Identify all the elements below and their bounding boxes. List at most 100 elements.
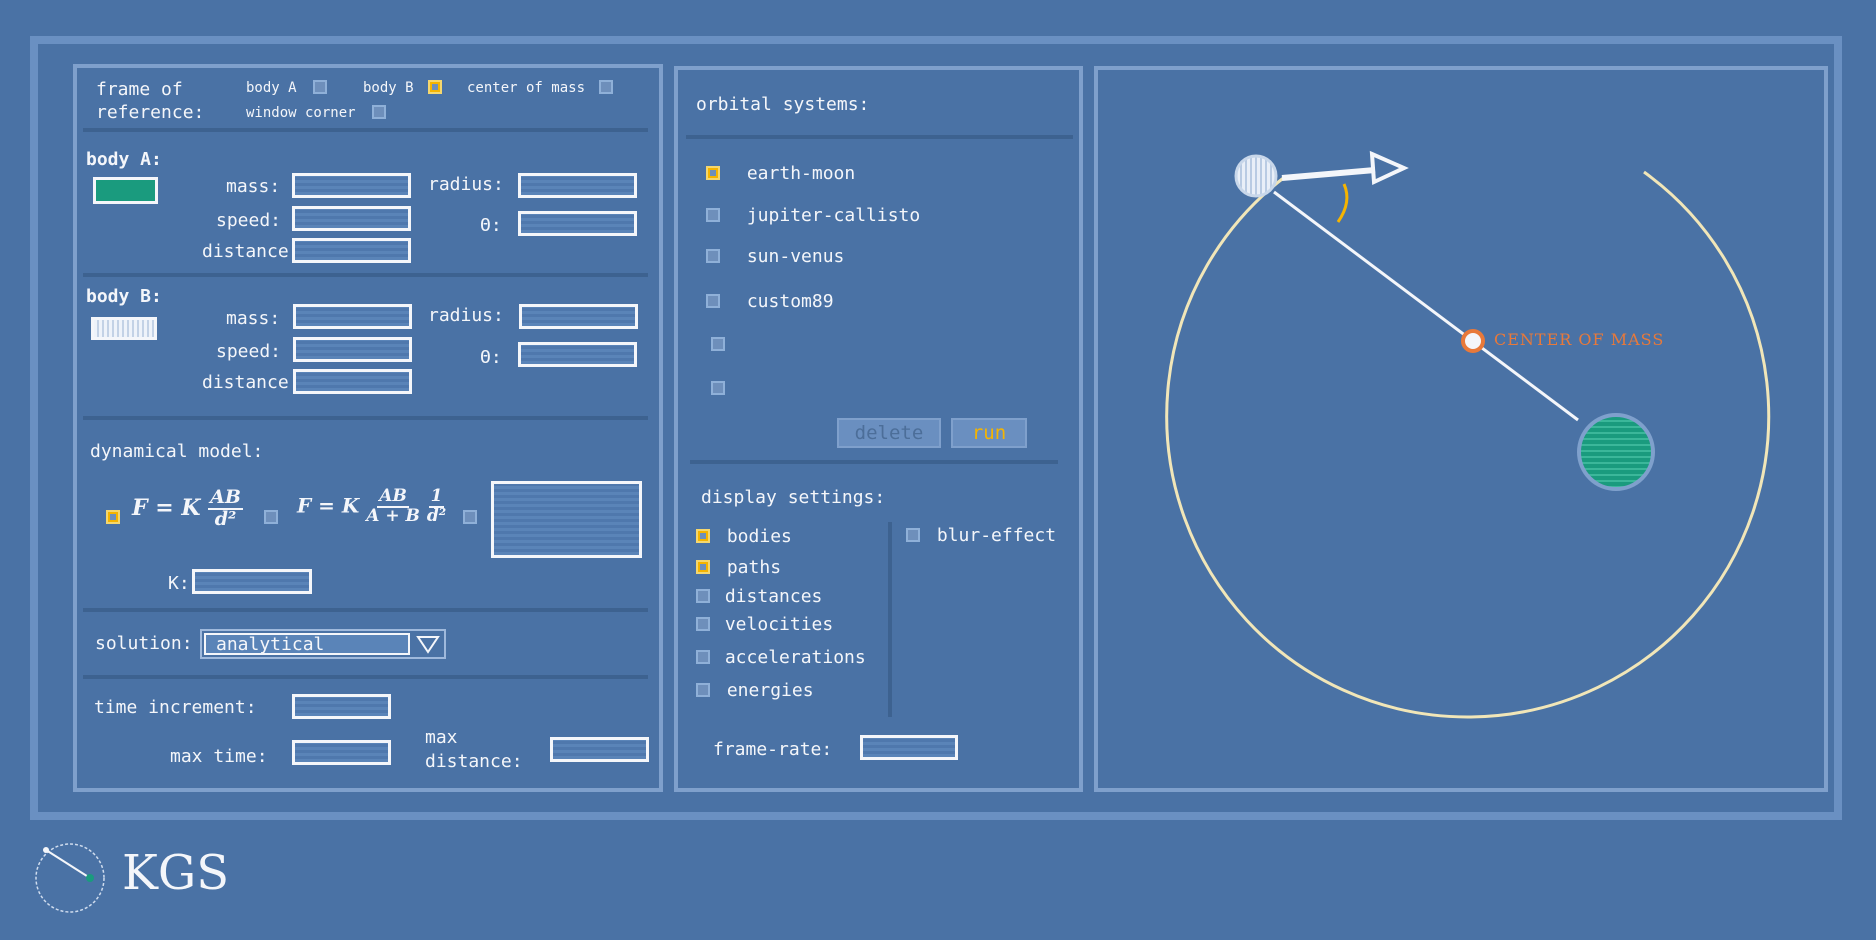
max-distance-line2: distance: [425,751,523,772]
system-checkbox[interactable] [706,208,720,222]
display-item-paths[interactable]: paths [696,557,781,578]
max-distance-line1: max [425,727,458,748]
body-a-speed-input[interactable] [292,206,411,231]
k-label: K: [168,573,190,594]
frame-option-body-b[interactable]: body B [363,80,443,96]
body-a-mass-label: mass: [226,176,281,197]
display-checkbox[interactable] [906,528,920,542]
time-increment-input[interactable] [292,694,391,719]
body-b-theta-input[interactable] [518,342,637,367]
simulation-canvas[interactable] [1098,70,1824,788]
system-checkbox[interactable] [706,249,720,263]
body-a-color-swatch[interactable] [93,177,158,204]
system-checkbox[interactable] [706,166,720,180]
solution-select[interactable]: analytical [200,629,446,659]
frame-option-window-corner[interactable]: window corner [246,105,387,121]
display-checkbox[interactable] [696,589,710,603]
formula1-fraction: AB d² [208,486,243,530]
display-checkbox[interactable] [696,683,710,697]
max-time-input[interactable] [292,740,391,765]
frame-option-center-of-mass[interactable]: center of mass [467,80,614,96]
formula1-checkbox[interactable] [106,510,120,524]
frame-option-checkbox[interactable] [313,80,328,94]
custom-model-input[interactable] [491,481,642,558]
body-a-theta-input[interactable] [518,211,637,236]
system-checkbox[interactable] [706,294,720,308]
display-item-bodies[interactable]: bodies [696,526,792,547]
body-a-radius-input[interactable] [518,173,637,198]
frame-option-label: body A [246,80,297,96]
display-settings-title: display settings: [701,487,886,508]
body-b-distance-input[interactable] [293,369,412,394]
frame-option-checkbox[interactable] [599,80,614,94]
formula1-lhs: F = K [132,494,201,521]
frame-rate-label: frame-rate: [713,739,833,760]
display-item-distances[interactable]: distances [696,586,822,607]
body-b-mass-input[interactable] [293,304,412,329]
body-b-moon[interactable] [1234,154,1278,198]
frame-option-body-a[interactable]: body A [246,80,328,96]
k-input[interactable] [192,569,312,594]
max-distance-input[interactable] [550,737,649,762]
body-b-radius-input[interactable] [519,304,638,329]
body-b-speed-input[interactable] [293,337,412,362]
system-item-sun-venus[interactable]: sun-venus [706,246,844,267]
solution-label: solution: [95,633,193,654]
center-of-mass-label: CENTER OF MASS [1494,330,1665,349]
formula2-denominator: A + B [366,505,420,526]
formula2-fraction: AB A + B [366,487,420,526]
solution-selected-value: analytical [204,633,410,655]
system-item-custom89[interactable]: custom89 [706,291,834,312]
system-item-earth-moon[interactable]: earth-moon [706,163,855,184]
frame-option-label: center of mass [467,80,586,96]
orbital-systems-title: orbital systems: [696,94,870,115]
display-checkbox[interactable] [696,650,710,664]
frame-option-checkbox[interactable] [428,80,443,94]
run-button[interactable]: run [951,418,1027,448]
display-item-accelerations[interactable]: accelerations [696,647,866,668]
display-label: velocities [724,614,834,635]
frame-of-reference-line2: reference: [96,102,205,123]
system-label: custom89 [746,291,834,312]
body-b-theta-label: Θ: [480,347,502,368]
formula2-fraction-second: 1 d² [427,487,446,526]
system-item-jupiter-callisto[interactable]: jupiter-callisto [706,205,920,226]
max-distance-label: max distance: [425,726,523,774]
display-checkbox[interactable] [696,529,710,543]
frame-of-reference-line1: frame of [96,79,183,100]
body-b-color-swatch[interactable] [91,317,157,340]
display-label: paths [726,557,782,578]
divider [83,675,648,679]
display-item-energies[interactable]: energies [696,680,814,701]
system-item-empty-1[interactable] [711,336,725,355]
custom-model-checkbox[interactable] [463,510,477,524]
body-a-earth[interactable] [1577,413,1655,491]
divider [83,128,648,132]
divider [690,460,1058,464]
chevron-down-icon[interactable] [412,631,444,657]
body-b-speed-label: speed: [216,341,282,362]
system-label: sun-venus [746,246,845,267]
formula1-numerator: AB [208,486,243,510]
body-b-mass-label: mass: [226,308,281,329]
formula2-checkbox[interactable] [264,510,278,524]
dynamical-model-title: dynamical model: [90,441,264,462]
delete-button[interactable]: delete [837,418,941,448]
system-item-empty-2[interactable] [711,380,725,399]
body-a-distance-input[interactable] [292,238,411,263]
display-label: bodies [726,526,792,547]
body-a-mass-input[interactable] [292,173,411,198]
system-checkbox[interactable] [711,337,725,351]
formula-reduced-mass: F = K AB A + B 1 d² [297,487,446,526]
frame-rate-input[interactable] [860,735,958,760]
display-item-velocities[interactable]: velocities [696,614,833,635]
display-checkbox[interactable] [696,560,710,574]
frame-option-checkbox[interactable] [372,105,387,119]
display-label: distances [724,586,823,607]
system-checkbox[interactable] [711,381,725,395]
center-of-mass-marker [1461,329,1485,353]
system-label: earth-moon [746,163,856,184]
display-item-blur-effect[interactable]: blur-effect [906,525,1056,546]
body-b-radius-label: radius: [428,305,504,326]
display-checkbox[interactable] [696,617,710,631]
